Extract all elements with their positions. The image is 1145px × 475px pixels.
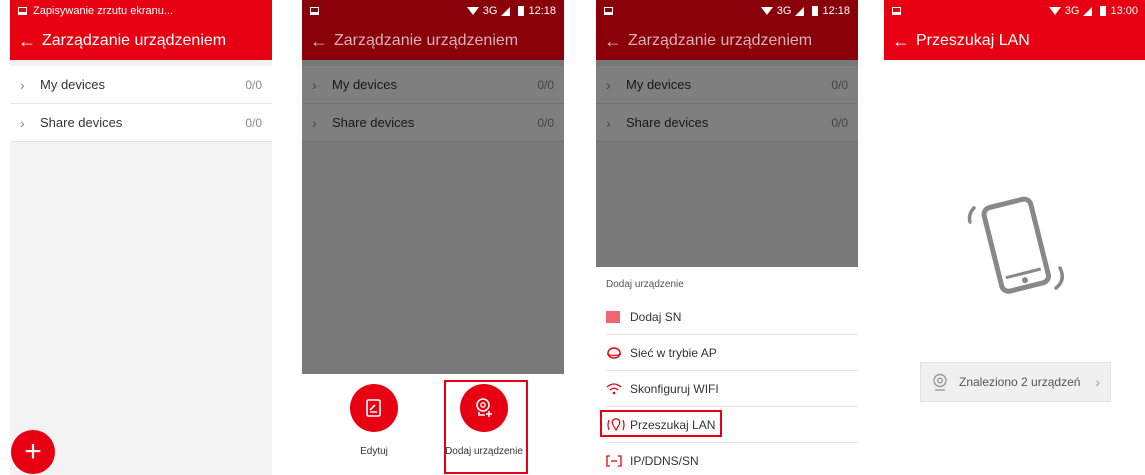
wifi-status-icon [1048,7,1061,15]
screenshot-icon [18,7,27,15]
menu-item-add-sn[interactable]: Dodaj SN [606,299,858,335]
highlight-box [600,410,722,437]
status-bar: 3G 12:18 [596,0,858,22]
menu-item-ap-mode[interactable]: Sieć w trybie AP [606,335,858,371]
status-bar: Zapisywanie zrzutu ekranu... [10,0,272,22]
status-bar: 3G 13:00 [884,0,1145,22]
chevron-right-icon: › [20,76,25,93]
back-arrow-icon[interactable]: ← [18,31,42,52]
edit-icon [350,384,398,432]
phone-shake-icon [967,196,1064,294]
edit-label: Edytuj [360,446,388,457]
wifi-status-icon [466,7,479,15]
found-devices-label: Znaleziono 2 urządzeń [959,375,1081,389]
screenshot-icon [892,7,901,15]
network-type: 3G [482,5,498,17]
signal-icon [795,6,805,16]
list-item-label: Share devices [40,115,123,130]
status-time: 12:18 [822,5,850,17]
battery-icon [518,6,525,16]
list-item-my-devices[interactable]: › My devices 0/0 [10,66,272,104]
page-title: Zarządzanie urządzeniem [334,32,519,49]
app-bar: ← Przeszukaj LAN [884,22,1145,60]
signal-icon [1083,6,1093,16]
ip-icon [606,455,630,467]
network-type: 3G [1064,5,1080,17]
menu-item-label: IP/DDNS/SN [630,454,699,468]
chevron-right-icon: › [20,114,25,131]
empty-area [10,142,272,475]
screen-add-device-menu: 3G 12:18 ← Zarządzanie urządzeniem › My … [596,0,858,475]
page-title: Zarządzanie urządzeniem [42,32,227,49]
screenshot-icon [604,7,613,15]
screen-device-management-actions: 3G 12:18 ← Zarządzanie urządzeniem › My … [302,0,564,475]
screen-lan-search: 3G 13:00 ← Przeszukaj LAN Znaleziono 2 u… [884,0,1145,475]
app-bar: ← Zarządzanie urządzeniem [596,22,858,60]
barcode-icon [606,310,630,323]
add-fab-button[interactable]: + [11,430,55,474]
screen-device-management: Zapisywanie zrzutu ekranu... ← Zarządzan… [10,0,272,475]
back-arrow-icon[interactable]: ← [310,31,334,52]
device-count: 0/0 [245,77,262,92]
status-text: Zapisywanie zrzutu ekranu... [33,5,174,17]
back-arrow-icon[interactable]: ← [892,31,916,52]
list-item-share-devices[interactable]: › Share devices 0/0 [10,104,272,142]
status-time: 12:18 [528,5,556,17]
back-arrow-icon[interactable]: ← [604,31,628,52]
edit-button[interactable]: Edytuj [329,384,419,457]
camera-icon [931,373,949,391]
battery-icon [1100,6,1107,16]
app-bar: ← Zarządzanie urządzeniem [10,22,272,60]
menu-item-label: Skonfiguruj WIFI [630,381,719,396]
app-bar: ← Zarządzanie urządzeniem [302,22,564,60]
signal-icon [501,6,511,16]
wifi-icon [606,382,630,395]
network-type: 3G [776,5,792,17]
ap-mode-icon [606,346,630,360]
menu-title: Dodaj urządzenie [606,279,684,290]
status-bar: 3G 12:18 [302,0,564,22]
page-title: Zarządzanie urządzeniem [628,32,813,49]
screenshot-icon [310,7,319,15]
page-title: Przeszukaj LAN [916,32,1030,49]
list-item-label: My devices [40,77,106,92]
status-time: 13:00 [1110,5,1138,17]
menu-item-label: Dodaj SN [630,309,682,324]
menu-item-ip-ddns-sn[interactable]: IP/DDNS/SN [606,443,858,475]
highlight-box [444,380,528,474]
menu-item-configure-wifi[interactable]: Skonfiguruj WIFI [606,371,858,407]
found-devices-button[interactable]: Znaleziono 2 urządzeń › [920,362,1111,402]
device-count: 0/0 [245,115,262,130]
battery-icon [812,6,819,16]
wifi-status-icon [760,7,773,15]
chevron-right-icon: › [1095,374,1100,390]
menu-item-label: Sieć w trybie AP [630,345,717,360]
add-device-menu: Dodaj urządzenie Dodaj SN Sieć w trybie … [596,267,858,475]
